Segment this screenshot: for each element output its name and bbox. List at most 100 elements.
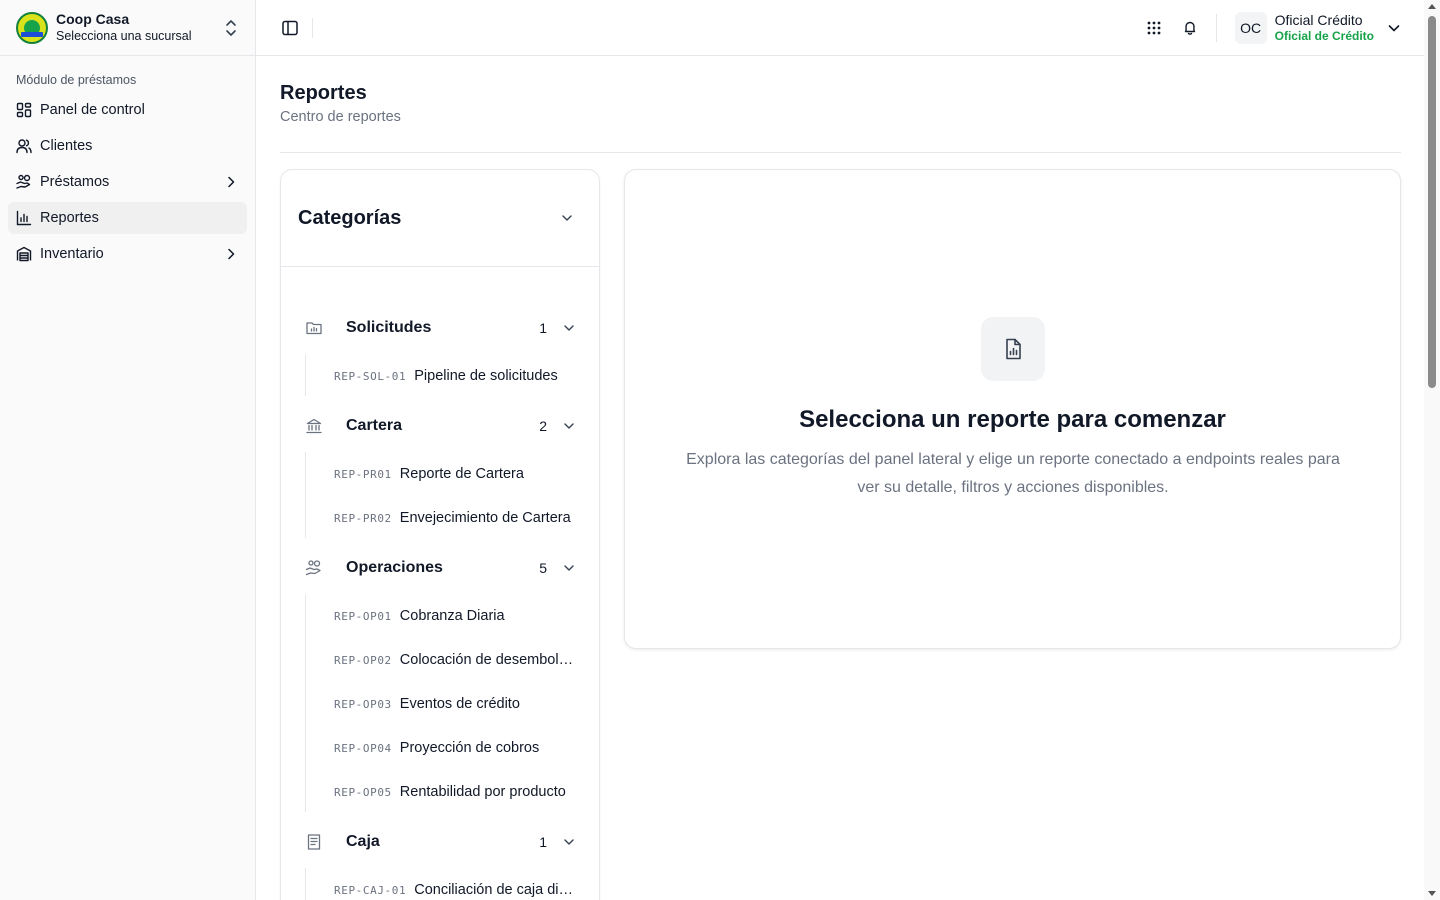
categories-header[interactable]: Categorías (281, 170, 599, 267)
top-header: OC Oficial Crédito Oficial de Crédito (256, 0, 1424, 56)
brand-name: Coop Casa (56, 11, 130, 27)
bar-chart-icon (16, 210, 32, 226)
chevron-down-icon[interactable] (1386, 20, 1402, 36)
chevron-down-icon (561, 560, 577, 576)
sidebar-item-label: Clientes (40, 138, 93, 154)
coop-logo (16, 11, 48, 44)
sidebar-item-label: Préstamos (40, 174, 110, 190)
scroll-up-arrow-icon[interactable] (1428, 4, 1436, 9)
category-cartera[interactable]: Cartera 2 (305, 410, 577, 442)
sidebar-item-label: Reportes (40, 210, 99, 226)
chevron-right-icon (223, 246, 239, 262)
report-item[interactable]: REP-CAJ-01 Conciliación de caja diaria (334, 874, 577, 900)
hand-coins-icon (305, 559, 323, 577)
report-name: Colocación de desembolsos (399, 652, 577, 668)
report-code: REP-OP05 (334, 785, 392, 799)
category-name: Caja (346, 833, 380, 850)
category-rail (305, 354, 306, 396)
category-count: 5 (539, 560, 547, 576)
users-icon (16, 138, 32, 154)
hand-coins-icon (16, 174, 32, 190)
sidebar-item-label: Inventario (40, 246, 104, 262)
report-code: REP-OP01 (334, 609, 392, 623)
report-code: REP-OP04 (334, 741, 392, 755)
sidebar-item-label: Panel de control (40, 102, 145, 118)
scroll-down-arrow-icon[interactable] (1428, 891, 1436, 896)
page-subtitle: Centro de reportes (280, 109, 401, 125)
category-rail (305, 868, 306, 900)
sidebar-item-clientes[interactable]: Clientes (8, 130, 247, 162)
report-name: Eventos de crédito (399, 696, 520, 712)
sidebar: Coop Casa Selecciona una sucursal Módulo… (0, 0, 256, 900)
report-code: REP-CAJ-01 (334, 883, 407, 897)
header-divider (312, 17, 313, 38)
categories-title: Categorías (298, 206, 402, 229)
category-operaciones[interactable]: Operaciones 5 (305, 552, 577, 584)
category-rail (305, 594, 306, 812)
user-name: Oficial Crédito (1274, 12, 1363, 28)
file-chart-icon (981, 317, 1045, 381)
report-item[interactable]: REP-SOL-01 Pipeline de solicitudes (334, 360, 577, 392)
report-name: Cobranza Diaria (399, 608, 505, 624)
report-code: REP-PR02 (334, 511, 392, 525)
page-scrollbar[interactable] (1424, 0, 1440, 900)
category-count: 1 (539, 320, 547, 336)
report-name: Pipeline de solicitudes (414, 368, 558, 384)
receipt-icon (305, 833, 323, 851)
report-code: REP-PR01 (334, 467, 392, 481)
header-divider (1215, 13, 1217, 42)
sidebar-item-inventario[interactable]: Inventario (8, 238, 247, 270)
sidebar-item-reportes[interactable]: Reportes (8, 202, 247, 234)
report-code: REP-SOL-01 (334, 369, 407, 383)
chevrons-up-down-icon[interactable] (223, 18, 239, 38)
chevron-down-icon (561, 320, 577, 336)
chevron-down-icon (561, 418, 577, 434)
empty-state-title: Selecciona un reporte para comenzar (799, 406, 1226, 433)
category-name: Cartera (346, 417, 403, 434)
report-code: REP-OP03 (334, 697, 392, 711)
category-solicitudes[interactable]: Solicitudes 1 (305, 312, 577, 344)
report-name: Rentabilidad por producto (399, 784, 566, 800)
report-name: Conciliación de caja diaria (414, 882, 577, 898)
sidebar-item-prestamos[interactable]: Préstamos (8, 166, 247, 198)
chevron-right-icon (223, 174, 239, 190)
folder-chart-icon (305, 319, 323, 337)
report-name: Reporte de Cartera (399, 466, 524, 482)
branch-switcher[interactable]: Coop Casa Selecciona una sucursal (0, 0, 255, 56)
report-item[interactable]: REP-OP03 Eventos de crédito (334, 688, 577, 720)
chevron-down-icon[interactable] (559, 210, 575, 226)
report-item[interactable]: REP-OP04 Proyección de cobros (334, 732, 577, 764)
report-item[interactable]: REP-PR02 Envejecimiento de Cartera (334, 502, 577, 534)
category-name: Operaciones (346, 559, 443, 576)
user-role: Oficial de Crédito (1274, 29, 1374, 43)
report-empty-state: Selecciona un reporte para comenzar Expl… (624, 169, 1401, 649)
sidebar-group-label: Módulo de préstamos (16, 73, 137, 87)
sidebar-item-panel-de-control[interactable]: Panel de control (8, 94, 247, 126)
report-item[interactable]: REP-OP01 Cobranza Diaria (334, 600, 577, 632)
category-name: Solicitudes (346, 319, 432, 336)
scrollbar-thumb[interactable] (1428, 16, 1436, 388)
report-code: REP-OP02 (334, 653, 392, 667)
sidebar-nav: Panel de control Clientes Préstamos Repo… (0, 94, 255, 270)
category-count: 1 (539, 834, 547, 850)
categories-panel: Categorías Solicitudes 1 REP-SOL-01 Pipe… (280, 169, 600, 900)
category-count: 2 (539, 418, 547, 434)
chevron-down-icon (561, 834, 577, 850)
empty-state-description: Explora las categorías del panel lateral… (686, 451, 1340, 496)
category-caja[interactable]: Caja 1 (305, 826, 577, 858)
landmark-icon (305, 417, 323, 435)
report-item[interactable]: REP-OP02 Colocación de desembolsos (334, 644, 577, 676)
brand-subtitle: Selecciona una sucursal (56, 29, 192, 43)
divider (280, 152, 1401, 153)
avatar[interactable]: OC (1234, 11, 1267, 44)
page-title: Reportes (280, 82, 367, 104)
apps-grid-icon[interactable] (1142, 16, 1166, 40)
category-rail (305, 452, 306, 538)
report-item[interactable]: REP-PR01 Reporte de Cartera (334, 458, 577, 490)
report-name: Envejecimiento de Cartera (399, 510, 571, 526)
report-item[interactable]: REP-OP05 Rentabilidad por producto (334, 776, 577, 808)
bell-icon[interactable] (1178, 16, 1202, 40)
warehouse-icon (16, 246, 32, 262)
sidebar-toggle-icon[interactable] (280, 18, 300, 38)
dashboard-icon (16, 102, 32, 118)
